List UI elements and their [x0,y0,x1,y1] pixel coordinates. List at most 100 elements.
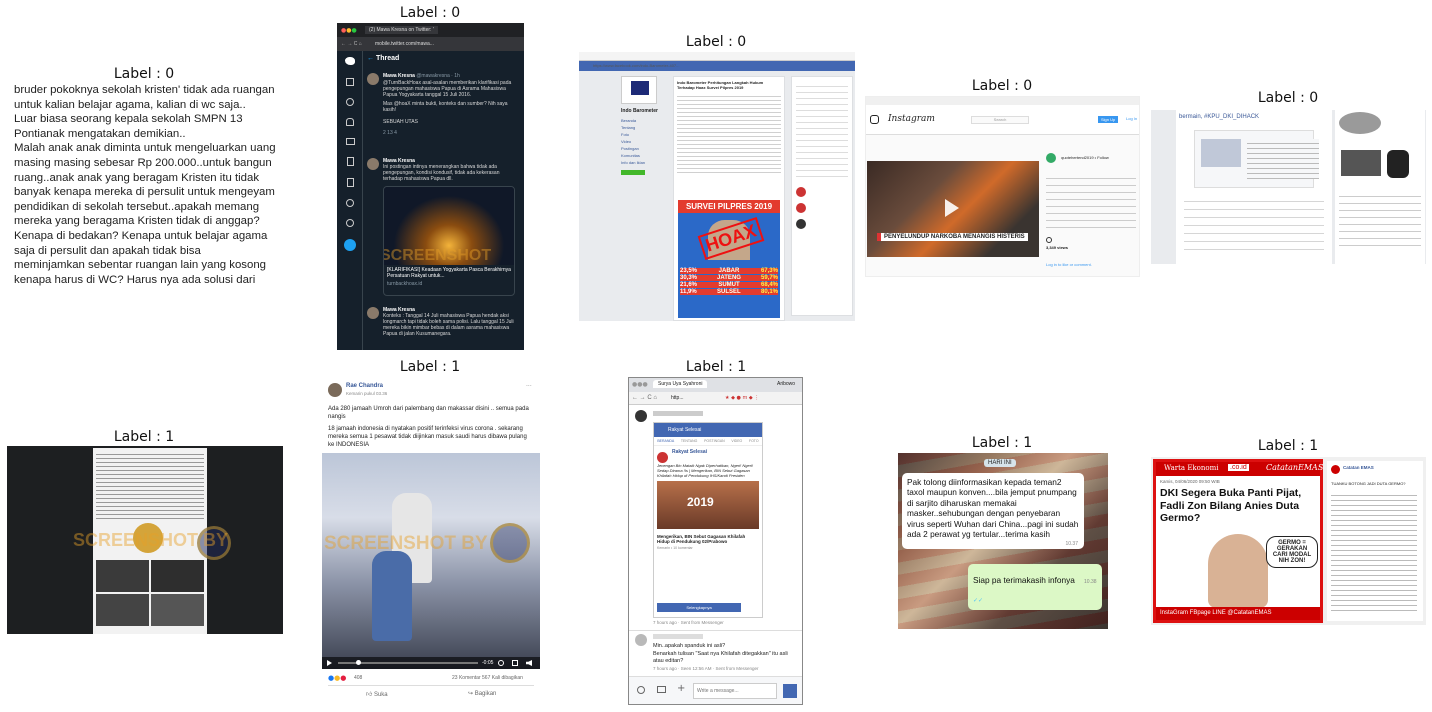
video-caption: PENYELUNDUP NARKOBA MENANGIS HISTERIS [877,233,1028,241]
text-line: Kenapa di bedakan? Kenapa untuk belajar … [14,229,268,242]
camera-icon[interactable] [870,115,879,124]
login-to-comment[interactable]: Log in to like or comment. [1046,262,1136,267]
like-button[interactable]: 👍︎ Suka [366,690,388,698]
tab[interactable]: TENTANG [681,439,697,443]
side-poster[interactable]: Catatan EMAS [1343,465,1374,470]
lists-icon[interactable] [347,178,354,187]
extension-icons[interactable]: ★ ◆ ● m ◆ ⋮ [725,395,759,401]
tweet-3[interactable]: Mawa Kresna Konteks : Tanggal 14 Juli ma… [367,307,519,337]
page-search[interactable]: Rakyat Selesai [668,427,701,433]
volume-icon[interactable] [526,660,532,666]
play-icon[interactable] [327,660,332,666]
ig-video[interactable]: PENYELUNDUP NARKOBA MENANGIS HISTERIS [867,161,1039,257]
message-bubble-2: Siap pa terimakasih infonya 10.38 ✓✓ [968,564,1102,610]
share-button[interactable]: ↪ Bagikan [468,690,496,697]
survey-banner: SURVEI PILPRES 2019 [678,200,780,213]
fb-post: Indo Barometer Perhitungan Langkah Hukum… [673,76,785,321]
twitter-bird-icon[interactable] [345,57,355,65]
tab[interactable]: BERANDA [657,439,674,443]
video-controls[interactable]: -0:05 [322,657,540,669]
fullscreen-icon[interactable] [512,660,518,666]
related-page-icon[interactable] [796,203,806,213]
article-headline: DKI Segera Buka Panti Pijat, Fadli Zon B… [1160,487,1302,524]
tab[interactable]: FOTO [749,439,759,443]
tweet-actions[interactable]: 2 13 4 [383,130,519,136]
more-options-icon[interactable]: ··· [526,383,532,390]
url-text[interactable]: https://www.facebook.com/indo-Barometer-… [593,63,679,68]
nav-item[interactable]: Tentang [621,124,669,131]
comment-share-count[interactable]: 23 Komentar 567 Kali dibagikan [452,675,523,681]
avatar[interactable] [328,383,342,397]
video-frame[interactable]: SCREENSHOT BY -0:05 [322,453,540,669]
tweet-sebuah: SEBUAH UTAS [383,119,418,125]
camera-icon[interactable] [657,686,666,693]
url-text[interactable]: http... [671,395,684,401]
related-page-icon[interactable] [796,219,806,229]
bookmarks-icon[interactable] [347,157,354,166]
browser-user[interactable]: Aribowo [777,381,795,387]
related-page-icon[interactable] [796,187,806,197]
address-bar[interactable]: ← → C ⌂ mobile.twitter.com/mawa... [337,37,524,51]
see-more-button[interactable]: Selengkapnya [657,603,741,612]
like-send-icon[interactable] [783,684,797,698]
message-input[interactable] [693,683,777,699]
shared-post[interactable]: Rakyat Selesai BERANDA TENTANG POSTINGAN… [653,422,763,618]
nav-icons[interactable]: ← → C ⌂ [341,41,362,47]
embedded-card[interactable] [1194,130,1319,188]
tweet-1[interactable]: Mawa Kresna @mawakresna · 1h @TurnBackHo… [367,73,519,136]
address-bar[interactable]: ← → C ⌂ http... ★ ◆ ● m ◆ ⋮ [629,392,802,405]
address-bar[interactable]: www.instagram.com/p/... [866,97,1139,113]
heart-icon[interactable] [1046,237,1052,243]
green-button[interactable] [621,170,645,175]
poster-name[interactable]: Rae Chandra [346,383,383,389]
messages-icon[interactable] [346,138,355,145]
profile-icon[interactable] [346,199,354,207]
nav-item[interactable]: Foto [621,131,669,138]
link-card[interactable]: SCREENSHOT [KLARIFIKASI] Keadaan Yogyaka… [383,186,515,296]
browser-tab[interactable]: Surya Uya Syahroni [653,380,708,388]
search-input[interactable]: Search [971,116,1029,124]
thumb-label-4: Label : 0 [971,78,1033,94]
settings-icon[interactable] [498,660,504,666]
nav-item[interactable]: Beranda [621,117,669,124]
post-snippet: bermain, #KPU_DKI_DIHACK [1179,114,1260,120]
link-title[interactable]: Mengerikan, BIN Sebut Gagasan Khilafah H… [654,532,762,546]
tweet-author[interactable]: Mawa Kresna [383,73,415,79]
pct-left: 11,9% [680,289,697,295]
nav-item[interactable]: Komunitas [621,152,669,159]
text-line: pendidikan di sekolah tersebut..apakah m… [14,200,260,213]
ig-username[interactable]: quotehertend2019 • Follow [1061,155,1109,160]
signup-button[interactable]: Sign Up [1098,116,1119,123]
progress-knob[interactable] [356,660,361,665]
nav-icons[interactable]: ← → C ⌂ [632,395,657,401]
tab[interactable]: VIDEO [731,439,742,443]
avatar[interactable] [1331,465,1340,474]
play-icon[interactable] [945,199,959,217]
reaction-icons[interactable]: ●●● [328,674,346,682]
avatar[interactable] [367,158,379,170]
back-arrow-icon[interactable]: ← [367,55,376,62]
more-icon[interactable] [346,219,354,227]
tweet-compose-icon[interactable] [344,239,356,251]
explore-icon[interactable] [346,98,354,106]
avatar[interactable] [635,634,647,646]
tweet-2[interactable]: Mawa Kresna Ini postingan intinya menera… [367,158,519,296]
avatar[interactable] [1046,152,1056,163]
avatar[interactable] [367,307,379,319]
plus-icon[interactable]: + [677,683,685,694]
nav-item[interactable]: Info dan Iklan [621,159,669,166]
nav-item[interactable]: Postingan [621,145,669,152]
reaction-count[interactable]: 408 [354,675,362,681]
tab[interactable]: POSTINGAN [704,439,725,443]
notifications-icon[interactable] [346,118,354,126]
login-link[interactable]: Log In [1126,116,1137,121]
ig-logo[interactable]: Instagram [888,114,935,124]
nav-item[interactable]: Video [621,138,669,145]
browser-tab[interactable]: (2) Mawa Kresna on Twitter: ' [365,26,438,34]
emoji-icon[interactable] [637,686,645,694]
address-bar[interactable]: https://www.facebook.com/indo-Barometer-… [579,52,855,68]
home-icon[interactable] [346,78,354,86]
avatar[interactable] [635,410,647,422]
url-text[interactable]: mobile.twitter.com/mawa... [375,41,434,47]
avatar[interactable] [367,73,379,85]
